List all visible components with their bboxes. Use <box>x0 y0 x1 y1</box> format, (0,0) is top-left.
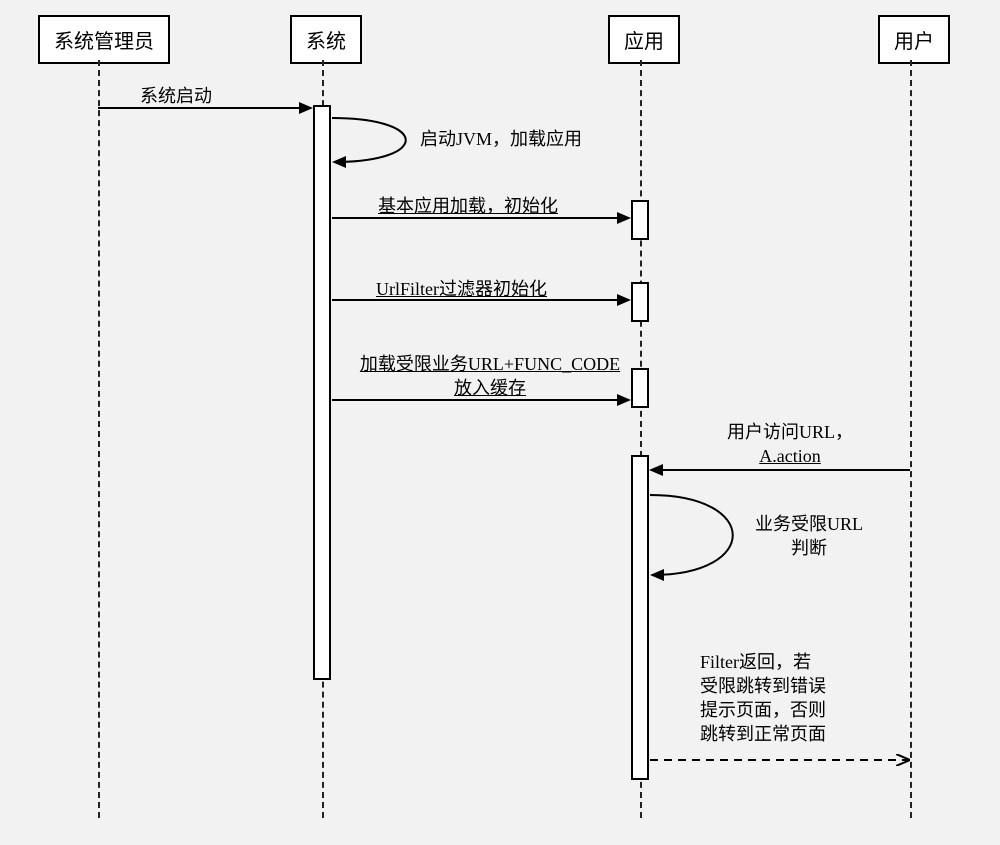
label-m4-text: UrlFilter过滤器初始化 <box>376 279 547 299</box>
label-m6: 用户访问URL， A.action <box>680 420 900 468</box>
label-m8: Filter返回，若 受限跳转到错误 提示页面，否则 跳转到正常页面 <box>700 650 826 746</box>
actor-box-user: 用户 <box>878 15 950 64</box>
label-m7-line2: 判断 <box>755 536 863 560</box>
label-m5-line2: 放入缓存 <box>355 376 625 400</box>
label-m1: 系统启动 <box>140 82 212 108</box>
label-m6-line2: A.action <box>680 444 900 468</box>
label-m8-line1: Filter返回，若 <box>700 650 826 674</box>
label-m8-line3: 提示页面，否则 <box>700 698 826 722</box>
lifeline-admin <box>98 60 100 818</box>
label-m5-line1: 加载受限业务URL+FUNC_CODE <box>355 352 625 376</box>
label-m1-text: 系统启动 <box>140 86 212 106</box>
actor-label-admin: 系统管理员 <box>54 31 154 53</box>
label-m8-line2: 受限跳转到错误 <box>700 674 826 698</box>
label-m4: UrlFilter过滤器初始化 <box>376 275 547 301</box>
actor-label-user: 用户 <box>894 31 934 53</box>
label-m2: 启动JVM，加载应用 <box>420 125 582 151</box>
activation-app-1 <box>631 200 649 240</box>
activation-app-3 <box>631 368 649 408</box>
label-m8-line4: 跳转到正常页面 <box>700 722 826 746</box>
activation-app-2 <box>631 282 649 322</box>
activation-system <box>313 105 331 680</box>
actor-label-app: 应用 <box>624 31 664 53</box>
label-m3-text: 基本应用加载，初始化 <box>378 196 558 216</box>
actor-label-system: 系统 <box>306 31 346 53</box>
label-m5: 加载受限业务URL+FUNC_CODE 放入缓存 <box>355 352 625 400</box>
arrow-m7-self <box>650 495 733 575</box>
actor-box-system: 系统 <box>290 15 362 64</box>
actor-box-admin: 系统管理员 <box>38 15 170 64</box>
activation-app-4 <box>631 455 649 780</box>
actor-box-app: 应用 <box>608 15 680 64</box>
label-m7-line1: 业务受限URL <box>755 512 863 536</box>
label-m2-text: 启动JVM，加载应用 <box>420 129 582 149</box>
label-m7: 业务受限URL 判断 <box>755 512 863 560</box>
label-m6-line1: 用户访问URL， <box>680 420 900 444</box>
label-m3: 基本应用加载，初始化 <box>378 192 558 218</box>
arrow-m2-self <box>332 118 406 162</box>
lifeline-user <box>910 60 912 818</box>
